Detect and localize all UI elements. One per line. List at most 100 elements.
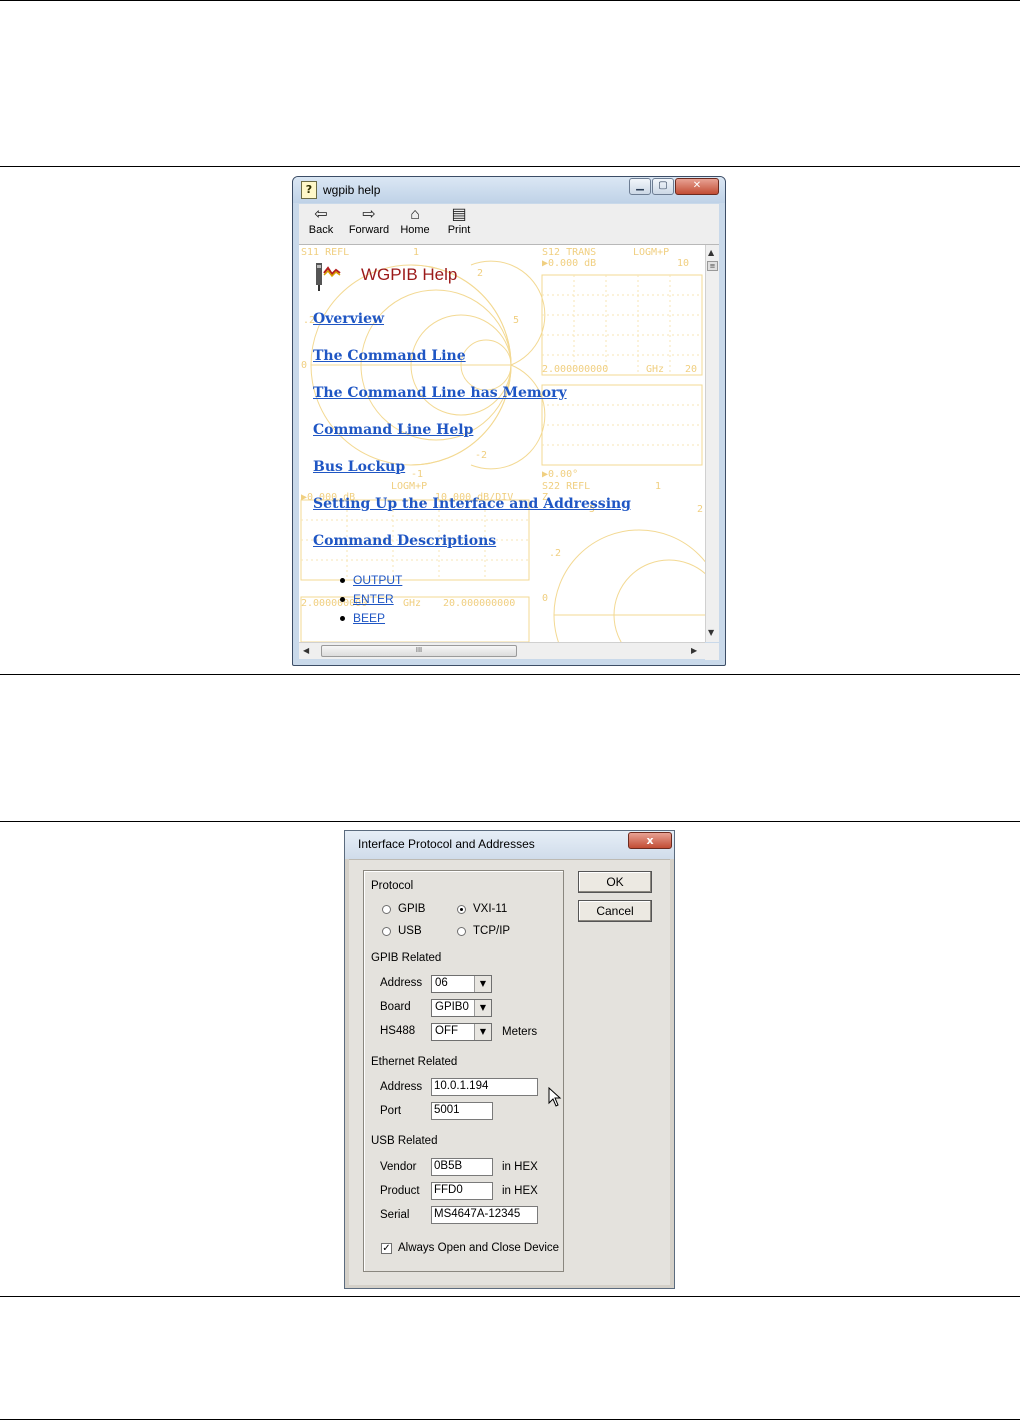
forward-arrow-icon: ⇨	[362, 206, 376, 223]
protocol-label: Protocol	[371, 880, 414, 892]
help-content: S11 REFL S12 TRANS LOGM+P ▶0.000 dB 1 0 2…	[299, 245, 705, 642]
bg-s22-label: S22 REFL	[542, 481, 591, 492]
bg-tick-neg1: -1	[411, 469, 424, 480]
gpib-hs488-value: OFF	[435, 1025, 458, 1037]
ethernet-port-value: 5001	[434, 1104, 460, 1116]
radio-tcpip[interactable]	[457, 927, 466, 936]
minimize-button[interactable]: ▁	[629, 178, 651, 195]
ok-button[interactable]: OK	[578, 871, 652, 893]
gpib-board-select[interactable]: GPIB0 ▼	[431, 999, 492, 1017]
vendor-hex-label: in HEX	[502, 1161, 538, 1173]
dialog-body: Protocol GPIB VXI-11 USB TCP/IP GPIB Rel…	[349, 859, 670, 1285]
ethernet-port-label: Port	[380, 1105, 402, 1117]
vertical-scroll-thumb[interactable]: ≡	[707, 261, 718, 271]
chevron-down-icon[interactable]: ▼	[474, 976, 491, 992]
print-label: Print	[447, 224, 471, 236]
wgpib-logo-icon	[316, 263, 341, 291]
usb-related-label: USB Related	[371, 1135, 438, 1147]
usb-product-field[interactable]: FFD0	[431, 1182, 493, 1200]
always-open-label[interactable]: Always Open and Close Device	[398, 1242, 559, 1254]
bg-tick-pt2b: .2	[549, 548, 562, 559]
sub-link-beep[interactable]: BEEP	[353, 611, 385, 625]
usb-vendor-value: 0B5B	[434, 1160, 463, 1172]
bg-tick-2b: 2	[697, 504, 704, 515]
close-button[interactable]: ✕	[675, 178, 719, 195]
home-button[interactable]: ⌂ Home	[399, 206, 431, 236]
sub-link-enter[interactable]: ENTER	[353, 592, 394, 606]
gpib-address-select[interactable]: 06 ▼	[431, 975, 492, 993]
maximize-button[interactable]: ▢	[652, 178, 674, 195]
gpib-board-value: GPIB0	[435, 1001, 469, 1013]
gpib-hs488-select[interactable]: OFF ▼	[431, 1023, 492, 1041]
bg-deg-label: ▶0.00°	[542, 469, 579, 480]
usb-serial-field[interactable]: MS4647A-12345	[431, 1206, 538, 1224]
horizontal-scrollbar[interactable]: ◀ III ▶	[299, 642, 719, 660]
usb-serial-value: MS4647A-12345	[434, 1208, 521, 1220]
bg-ghz-left: GHz	[403, 598, 422, 609]
usb-product-label: Product	[380, 1185, 420, 1197]
vertical-scrollbar[interactable]: ▲ ≡ ▼	[705, 245, 719, 642]
page-rule	[0, 821, 1020, 822]
usb-vendor-label: Vendor	[380, 1161, 417, 1173]
toc-link-overview[interactable]: Overview	[313, 311, 384, 327]
scroll-down-icon[interactable]: ▼	[708, 628, 714, 637]
radio-usb-label[interactable]: USB	[398, 925, 422, 937]
scroll-left-icon[interactable]: ◀	[303, 646, 309, 655]
chevron-down-icon[interactable]: ▼	[474, 1024, 491, 1040]
back-button[interactable]: ⇦ Back	[305, 206, 337, 236]
sub-link-output[interactable]: OUTPUT	[353, 573, 402, 587]
radio-vxi11-label[interactable]: VXI-11	[473, 903, 507, 915]
dialog-close-button[interactable]: x	[628, 832, 672, 849]
cancel-button[interactable]: Cancel	[578, 900, 652, 922]
meters-label: Meters	[502, 1026, 538, 1038]
scroll-up-icon[interactable]: ▲	[708, 248, 714, 257]
back-arrow-icon: ⇦	[314, 206, 328, 223]
help-window-title: wgpib help	[323, 183, 381, 197]
radio-usb[interactable]	[382, 927, 391, 936]
bg-logmp-left: LOGM+P	[391, 481, 428, 492]
horizontal-scroll-thumb[interactable]: III	[321, 645, 517, 657]
page-rule	[0, 0, 1020, 1]
page-rule	[0, 674, 1020, 675]
toc-link-command-descriptions[interactable]: Command Descriptions	[313, 533, 496, 549]
radio-vxi11[interactable]	[457, 905, 466, 914]
scroll-right-icon[interactable]: ▶	[691, 646, 697, 655]
print-button[interactable]: ▤ Print	[445, 206, 473, 236]
bg-s11-label: S11 REFL	[301, 247, 350, 258]
toc-link-interface-addressing[interactable]: Setting Up the Interface and Addressing	[313, 496, 631, 512]
product-hex-label: in HEX	[502, 1185, 538, 1197]
toc-link-command-line-memory[interactable]: The Command Line has Memory	[313, 385, 567, 401]
toc-link-command-line-help[interactable]: Command Line Help	[313, 422, 473, 438]
bg-tick-1a: 1	[413, 247, 420, 258]
home-label: Home	[400, 224, 430, 236]
radio-gpib-label[interactable]: GPIB	[398, 903, 425, 915]
help-heading: WGPIB Help	[361, 265, 458, 284]
forward-label: Forward	[348, 224, 390, 236]
forward-button[interactable]: ⇨ Forward	[347, 206, 391, 236]
chevron-down-icon[interactable]: ▼	[474, 1000, 491, 1016]
help-toolbar: ⇦ Back ⇨ Forward ⌂ Home ▤ Print	[299, 204, 719, 245]
bg-s12-label: S12 TRANS	[542, 247, 597, 258]
ethernet-port-field[interactable]: 5001	[431, 1102, 493, 1120]
toc-link-bus-lockup[interactable]: Bus Lockup	[313, 459, 405, 475]
usb-serial-label: Serial	[380, 1209, 410, 1221]
bg-tick-2a: 2	[477, 268, 484, 279]
bg-tick-1b: 1	[655, 481, 662, 492]
dialog-titlebar: Interface Protocol and Addresses x	[345, 831, 674, 859]
gpib-hs488-label: HS488	[380, 1025, 416, 1037]
always-open-checkbox[interactable]: ✓	[381, 1243, 392, 1254]
bg-db-label: ▶0.000 dB	[542, 258, 597, 269]
home-icon: ⌂	[410, 206, 420, 223]
ethernet-address-value: 10.0.1.194	[434, 1080, 489, 1092]
radio-gpib[interactable]	[382, 905, 391, 914]
ethernet-address-field[interactable]: 10.0.1.194	[431, 1078, 538, 1096]
usb-vendor-field[interactable]: 0B5B	[431, 1158, 493, 1176]
gpib-board-label: Board	[380, 1001, 411, 1013]
bg-tick-0: 0	[301, 360, 308, 371]
help-window: ? wgpib help ▁ ▢ ✕ ⇦ Back ⇨ Forward ⌂ Ho…	[292, 176, 726, 666]
radio-tcpip-label[interactable]: TCP/IP	[473, 925, 510, 937]
usb-product-value: FFD0	[434, 1184, 463, 1196]
toc-link-command-line[interactable]: The Command Line	[313, 348, 466, 364]
bg-twenty-label: 20	[685, 364, 698, 375]
list-bullet	[340, 616, 345, 621]
